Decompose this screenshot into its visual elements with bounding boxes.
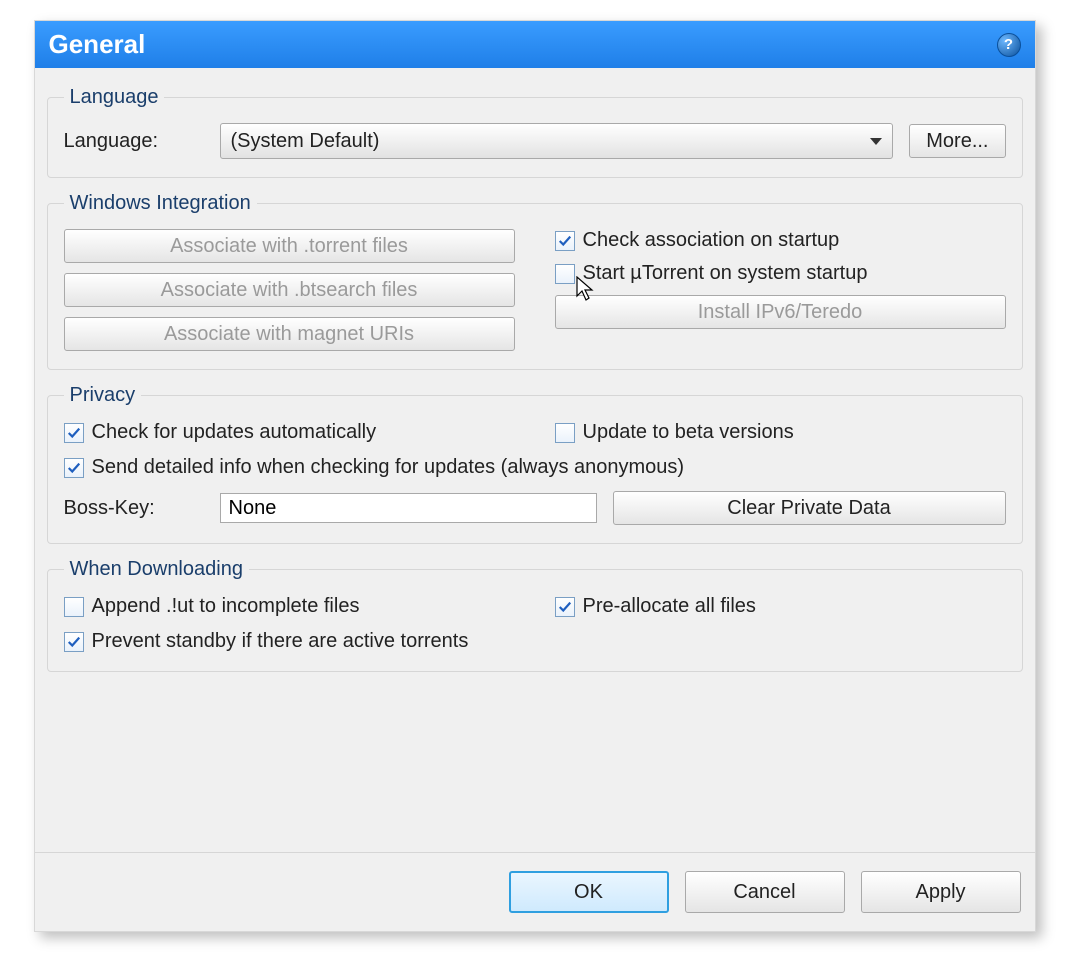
ok-button[interactable]: OK: [509, 871, 669, 913]
checkbox-icon: [555, 231, 575, 251]
windows-integration-group: Windows Integration Associate with .torr…: [47, 192, 1023, 370]
checkbox-icon: [555, 597, 575, 617]
titlebar: General ?: [35, 21, 1035, 68]
more-languages-button[interactable]: More...: [909, 124, 1005, 158]
install-ipv6-button[interactable]: Install IPv6/Teredo: [555, 295, 1006, 329]
checkbox-icon: [64, 632, 84, 652]
language-dropdown-value: (System Default): [231, 130, 380, 153]
checkbox-icon: [64, 597, 84, 617]
check-association-checkbox[interactable]: Check association on startup: [555, 229, 1006, 252]
when-downloading-legend: When Downloading: [64, 558, 249, 581]
append-ut-checkbox[interactable]: Append .!ut to incomplete files: [64, 595, 515, 618]
send-detailed-info-checkbox[interactable]: Send detailed info when checking for upd…: [64, 456, 1006, 479]
when-downloading-group: When Downloading Append .!ut to incomple…: [47, 558, 1023, 672]
associate-torrent-button[interactable]: Associate with .torrent files: [64, 229, 515, 263]
cancel-button[interactable]: Cancel: [685, 871, 845, 913]
checkbox-icon: [555, 264, 575, 284]
prevent-standby-checkbox[interactable]: Prevent standby if there are active torr…: [64, 630, 1006, 653]
preallocate-checkbox[interactable]: Pre-allocate all files: [555, 595, 1006, 618]
privacy-legend: Privacy: [64, 384, 142, 407]
language-label: Language:: [64, 130, 204, 153]
checkbox-icon: [64, 458, 84, 478]
chevron-down-icon: [870, 138, 882, 145]
dialog-title: General: [49, 29, 146, 60]
beta-update-checkbox[interactable]: Update to beta versions: [555, 421, 1006, 444]
language-legend: Language: [64, 86, 165, 109]
language-group: Language Language: (System Default) More…: [47, 86, 1023, 178]
start-on-boot-checkbox[interactable]: Start µTorrent on system startup: [555, 262, 1006, 285]
checkbox-icon: [64, 423, 84, 443]
associate-btsearch-button[interactable]: Associate with .btsearch files: [64, 273, 515, 307]
language-dropdown[interactable]: (System Default): [220, 123, 894, 159]
auto-update-checkbox[interactable]: Check for updates automatically: [64, 421, 515, 444]
spacer: [47, 686, 1023, 836]
windows-integration-legend: Windows Integration: [64, 192, 257, 215]
preferences-dialog: General ? Language Language: (System Def…: [34, 20, 1036, 932]
help-icon[interactable]: ?: [997, 33, 1021, 57]
dialog-content: Language Language: (System Default) More…: [35, 68, 1035, 852]
bosskey-input[interactable]: [220, 493, 597, 523]
privacy-group: Privacy Check for updates automatically …: [47, 384, 1023, 544]
bosskey-label: Boss-Key:: [64, 497, 204, 520]
apply-button[interactable]: Apply: [861, 871, 1021, 913]
associate-magnet-button[interactable]: Associate with magnet URIs: [64, 317, 515, 351]
clear-private-data-button[interactable]: Clear Private Data: [613, 491, 1006, 525]
checkbox-icon: [555, 423, 575, 443]
dialog-footer: OK Cancel Apply: [35, 852, 1035, 931]
